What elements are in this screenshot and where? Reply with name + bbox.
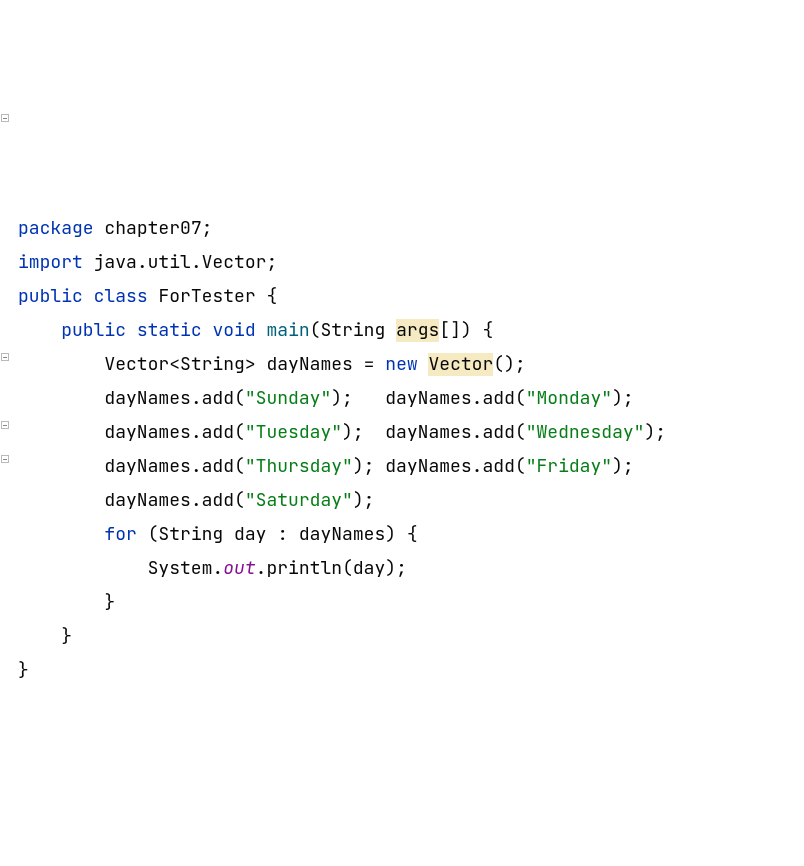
package-name: chapter07 [104, 217, 201, 240]
var-daynames: dayNames [385, 387, 471, 410]
var-daynames: dayNames [104, 387, 190, 410]
keyword-package: package [18, 217, 94, 240]
type-vector: Vector [104, 353, 169, 376]
field-out: out [223, 557, 255, 580]
string-monday: "Monday" [526, 387, 612, 410]
param-type: String [320, 319, 385, 342]
type-vector-highlighted: Vector [428, 353, 493, 376]
method-add: add [202, 489, 234, 512]
code-editor[interactable]: package chapter07; import java.util.Vect… [8, 212, 804, 688]
keyword-new: new [385, 353, 417, 376]
string-wednesday: "Wednesday" [526, 421, 645, 444]
string-sunday: "Sunday" [245, 387, 331, 410]
loop-var: day [353, 557, 385, 580]
loop-type: String [158, 523, 223, 546]
keyword-import: import [18, 251, 83, 274]
class-system: System [148, 557, 213, 580]
var-daynames: dayNames [104, 489, 190, 512]
generic-type: String [180, 353, 245, 376]
class-name: ForTester [158, 285, 255, 308]
loop-var: day [234, 523, 266, 546]
var-daynames: dayNames [104, 455, 190, 478]
method-add: add [482, 455, 514, 478]
var-daynames: dayNames [104, 421, 190, 444]
keyword-for: for [104, 523, 136, 546]
var-daynames: dayNames [385, 421, 471, 444]
fold-marker[interactable] [1, 114, 9, 122]
var-daynames: dayNames [385, 455, 471, 478]
method-add: add [202, 387, 234, 410]
var-daynames: dayNames [299, 523, 385, 546]
method-add: add [202, 421, 234, 444]
keyword-void: void [212, 319, 255, 342]
string-tuesday: "Tuesday" [245, 421, 342, 444]
keyword-public: public [18, 285, 83, 308]
string-thursday: "Thursday" [245, 455, 353, 478]
import-path: java.util.Vector [94, 251, 267, 274]
method-main: main [266, 319, 309, 342]
string-saturday: "Saturday" [245, 489, 353, 512]
method-println: println [266, 557, 342, 580]
keyword-public: public [61, 319, 126, 342]
param-name-highlighted: args [396, 319, 439, 342]
keyword-static: static [137, 319, 202, 342]
var-daynames: dayNames [266, 353, 352, 376]
method-add: add [482, 387, 514, 410]
method-add: add [482, 421, 514, 444]
string-friday: "Friday" [526, 455, 612, 478]
method-add: add [202, 455, 234, 478]
keyword-class: class [94, 285, 148, 308]
